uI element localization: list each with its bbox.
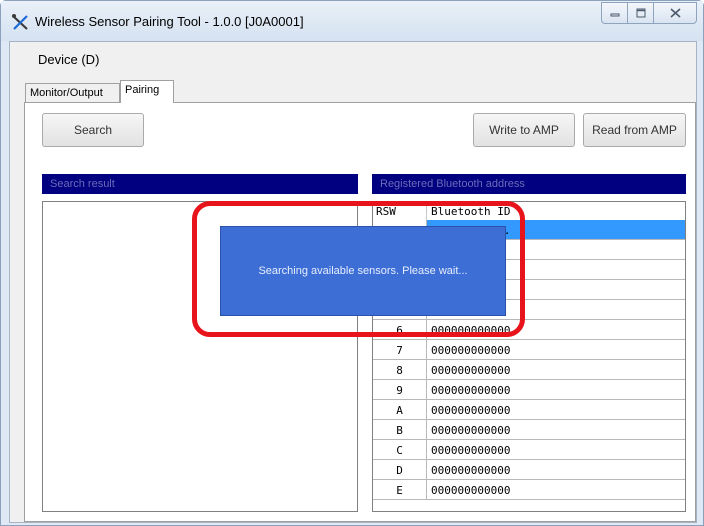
search-button[interactable]: Search — [42, 113, 144, 147]
registered-address-header: Registered Bluetooth address — [372, 174, 686, 194]
rsw-cell: A — [373, 400, 427, 419]
table-row[interactable]: 9 000000000000 — [373, 380, 685, 400]
highlight-annotation — [192, 201, 525, 337]
table-row[interactable]: B 000000000000 — [373, 420, 685, 440]
rsw-cell: B — [373, 420, 427, 439]
bluetooth-id-cell[interactable]: 000000000000 — [427, 420, 685, 439]
close-button[interactable] — [653, 2, 697, 24]
maximize-button[interactable] — [627, 2, 653, 24]
rsw-cell: 8 — [373, 360, 427, 379]
rsw-cell: C — [373, 440, 427, 459]
maximize-icon — [636, 8, 645, 18]
write-to-amp-button[interactable]: Write to AMP — [473, 113, 575, 147]
rsw-cell: D — [373, 460, 427, 479]
window-controls — [601, 2, 697, 26]
bluetooth-id-cell[interactable]: 000000000000 — [427, 360, 685, 379]
menu-bar: Device (D) — [10, 42, 696, 76]
crossed-tools-icon — [12, 14, 28, 30]
read-from-amp-button[interactable]: Read from AMP — [583, 113, 686, 147]
minimize-icon — [610, 13, 619, 17]
rsw-cell: 7 — [373, 340, 427, 359]
rsw-cell: 9 — [373, 380, 427, 399]
table-row[interactable]: 7 000000000000 — [373, 340, 685, 360]
table-row[interactable]: D 000000000000 — [373, 460, 685, 480]
bluetooth-id-cell[interactable]: 000000000000 — [427, 460, 685, 479]
bluetooth-id-cell[interactable]: 000000000000 — [427, 340, 685, 359]
menu-device[interactable]: Device (D) — [38, 52, 99, 67]
window-title: Wireless Sensor Pairing Tool - 1.0.0 [J0… — [35, 14, 304, 29]
bluetooth-id-cell[interactable]: 000000000000 — [427, 400, 685, 419]
close-icon — [669, 8, 681, 18]
minimize-button[interactable] — [601, 2, 627, 24]
bluetooth-id-cell[interactable]: 000000000000 — [427, 440, 685, 459]
table-row[interactable]: C 000000000000 — [373, 440, 685, 460]
bluetooth-id-cell[interactable]: 000000000000 — [427, 380, 685, 399]
bluetooth-id-cell[interactable]: 000000000000 — [427, 480, 685, 499]
table-row[interactable]: A 000000000000 — [373, 400, 685, 420]
search-result-header: Search result — [42, 174, 358, 194]
table-row[interactable]: E 000000000000 — [373, 480, 685, 500]
tab-pairing[interactable]: Pairing — [120, 80, 174, 103]
table-row[interactable]: 8 000000000000 — [373, 360, 685, 380]
title-bar[interactable]: Wireless Sensor Pairing Tool - 1.0.0 [J0… — [1, 1, 703, 41]
tab-monitor-output[interactable]: Monitor/Output — [25, 83, 120, 103]
rsw-cell: E — [373, 480, 427, 499]
